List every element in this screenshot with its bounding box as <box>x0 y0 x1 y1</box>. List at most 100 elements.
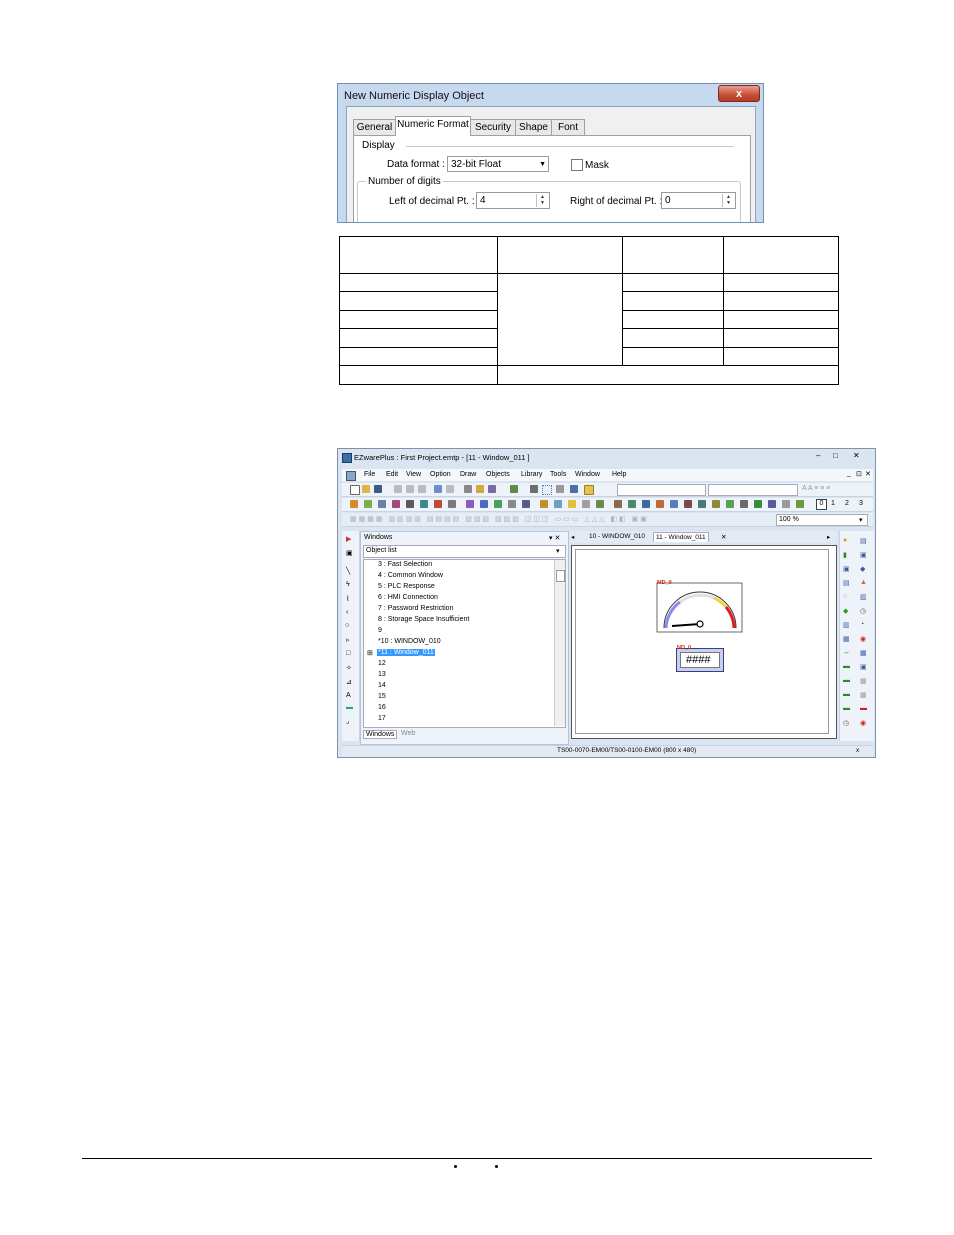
recipe-icon[interactable]: ▣ <box>860 663 867 671</box>
undo-icon[interactable] <box>434 485 442 493</box>
menu-file[interactable]: File <box>364 471 375 478</box>
doc-minimize-button[interactable]: _ <box>847 470 851 477</box>
object-icon[interactable] <box>582 500 590 508</box>
simulate-icon[interactable] <box>510 485 518 493</box>
select-icon[interactable]: ▣ <box>346 549 353 557</box>
scroll-thumb[interactable] <box>556 570 565 582</box>
digit-3-button[interactable]: 3 <box>859 500 863 507</box>
object-icon[interactable] <box>406 500 414 508</box>
line-icon[interactable]: ╲ <box>346 567 350 575</box>
spin-arrows-icon[interactable]: ▲ ▼ <box>536 194 548 207</box>
object-icon[interactable] <box>392 500 400 508</box>
align-icon[interactable] <box>556 485 564 493</box>
set-bit-icon[interactable]: ▤ <box>843 579 850 587</box>
digit-0-button[interactable]: 0 <box>816 499 827 510</box>
bar-graph-icon[interactable]: ▥ <box>860 593 867 601</box>
object-icon[interactable] <box>364 500 372 508</box>
object-icon[interactable] <box>434 500 442 508</box>
status-close[interactable]: x <box>856 747 859 754</box>
tab-font[interactable]: Font <box>551 119 585 135</box>
tree-item[interactable]: 15 <box>378 693 386 700</box>
tree-item[interactable]: 7 : Password Restriction <box>378 605 453 612</box>
rectangle-icon[interactable]: □ <box>346 650 350 657</box>
design-canvas[interactable]: MD_0 #### ND_0 <box>571 545 837 739</box>
moving-shape-icon[interactable]: ▬ <box>843 705 850 712</box>
data-format-select[interactable]: 32-bit Float ▼ <box>447 156 549 172</box>
tree-item[interactable]: 8 : Storage Space Insufficient <box>378 616 469 623</box>
menu-option[interactable]: Option <box>430 471 451 478</box>
expand-icon[interactable]: ⊞ <box>367 649 373 657</box>
font-size-select[interactable] <box>708 484 798 496</box>
zoom-select[interactable]: 100 % ▾ <box>776 514 868 526</box>
object-icon[interactable] <box>656 500 664 508</box>
object-icon[interactable] <box>740 500 748 508</box>
tree-item[interactable]: 16 <box>378 704 386 711</box>
xy-plot-icon[interactable]: ◆ <box>860 565 865 573</box>
star-icon[interactable]: ✧ <box>346 664 352 672</box>
object-icon[interactable] <box>642 500 650 508</box>
circle-icon[interactable]: ○ <box>345 622 349 629</box>
meter-icon[interactable]: ◉ <box>860 635 866 643</box>
word-lamp-icon[interactable]: ▮ <box>843 551 847 559</box>
menu-tools[interactable]: Tools <box>550 471 566 478</box>
corner-icon[interactable]: ⌟ <box>346 717 349 725</box>
save-icon[interactable] <box>374 485 382 493</box>
object-icon[interactable] <box>448 500 456 508</box>
event-icon[interactable]: ▦ <box>860 677 867 685</box>
tab-general[interactable]: General <box>353 119 396 135</box>
table-icon[interactable]: ▦ <box>860 649 867 657</box>
object-icon[interactable] <box>350 500 358 508</box>
object-icon[interactable] <box>522 500 530 508</box>
close-button[interactable]: x <box>718 85 760 102</box>
pen-icon[interactable] <box>530 485 538 493</box>
object-icon[interactable] <box>726 500 734 508</box>
curve-icon[interactable]: ⌇ <box>346 595 349 603</box>
object-icon[interactable] <box>796 500 804 508</box>
minimize-button[interactable]: – <box>816 451 820 460</box>
object-list-select[interactable]: Object list ▾ <box>363 545 566 558</box>
left-decimal-stepper[interactable]: 4 ▲ ▼ <box>476 192 550 209</box>
tab-windows[interactable]: Windows <box>363 730 398 739</box>
data-transfer-icon[interactable]: ↔ <box>843 649 850 656</box>
ascii-icon[interactable]: ▦ <box>843 635 850 643</box>
window-close-button[interactable]: ✕ <box>853 451 860 460</box>
object-icon[interactable] <box>628 500 636 508</box>
tab-window-010[interactable]: 10 - WINDOW_010 <box>589 533 645 540</box>
object-icon[interactable] <box>480 500 488 508</box>
tree-item[interactable]: 9 <box>378 627 382 634</box>
line-tool-icon[interactable]: ▬ <box>860 705 867 712</box>
print-icon[interactable] <box>464 485 472 493</box>
ladder-icon[interactable]: ◆ <box>843 607 848 615</box>
arc-icon[interactable]: ‹ <box>346 609 348 616</box>
object-icon[interactable] <box>568 500 576 508</box>
tree-item[interactable]: 5 : PLC Response <box>378 583 435 590</box>
menu-edit[interactable]: Edit <box>386 471 398 478</box>
alarm-icon[interactable]: ▲ <box>860 579 867 586</box>
pie-icon[interactable]: ◔ <box>860 621 864 628</box>
copy-icon[interactable] <box>406 485 414 493</box>
tree-item[interactable]: 3 : Fast Selection <box>378 561 432 568</box>
digit-1-button[interactable]: 1 <box>831 500 835 507</box>
object-icon[interactable] <box>508 500 516 508</box>
object-icon[interactable] <box>614 500 622 508</box>
object-icon[interactable] <box>768 500 776 508</box>
object-icon[interactable] <box>782 500 790 508</box>
picture-icon[interactable]: ▬ <box>346 704 353 711</box>
polyline-icon[interactable]: ϟ <box>346 581 350 588</box>
tree-item[interactable]: *10 : WINDOW_010 <box>378 638 441 645</box>
tab-window-011[interactable]: 11 - Window_011 <box>653 532 709 542</box>
panel-controls[interactable]: ▾ ✕ <box>549 534 560 542</box>
pointer-icon[interactable]: ▶ <box>346 535 351 543</box>
text-format-icon[interactable]: A A ≡ ≡ ≡ <box>802 485 830 492</box>
function-key-icon[interactable]: ○ <box>843 593 847 600</box>
text-icon[interactable]: A <box>346 692 351 699</box>
tree-item[interactable]: 12 <box>378 660 386 667</box>
switch-icon[interactable]: ▣ <box>843 565 850 573</box>
history-icon[interactable]: ▣ <box>860 551 867 559</box>
object-icon[interactable] <box>494 500 502 508</box>
digit-2-button[interactable]: 2 <box>845 500 849 507</box>
tree-scrollbar[interactable] <box>554 560 565 726</box>
trend-icon[interactable]: ▤ <box>860 537 867 545</box>
object-icon[interactable] <box>698 500 706 508</box>
direct-window-icon[interactable]: ▬ <box>843 691 850 698</box>
